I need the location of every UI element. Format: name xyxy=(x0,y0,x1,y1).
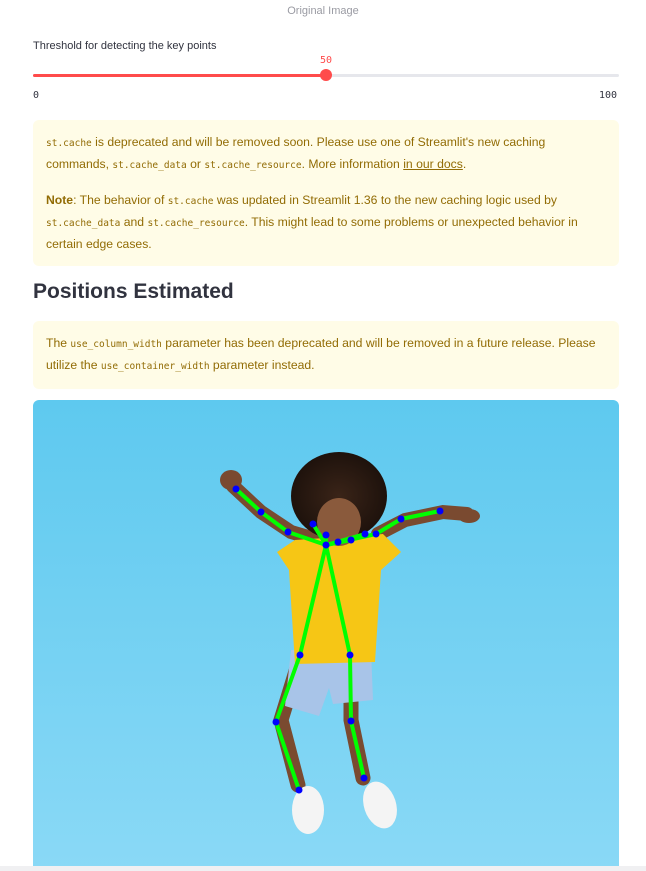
keypoint-face3 xyxy=(347,536,355,544)
alert-text: was updated in Streamlit 1.36 to the new… xyxy=(213,193,557,207)
keypoint-lelbow xyxy=(257,508,265,516)
keypoint-rknee xyxy=(347,717,355,725)
keypoint-rwrist xyxy=(436,507,444,515)
alert-text: and xyxy=(120,215,148,229)
inline-code: st.cache xyxy=(167,196,214,207)
alert-text: or xyxy=(186,157,205,171)
threshold-slider[interactable]: 50 xyxy=(33,55,619,81)
alert-paragraph: st.cache is deprecated and will be remov… xyxy=(46,132,606,176)
slider-fill xyxy=(33,74,326,77)
keypoint-neck xyxy=(322,541,330,549)
alert-text: The xyxy=(46,336,71,350)
alert-text: parameter instead. xyxy=(209,358,315,372)
pose-estimation-image xyxy=(33,400,619,871)
alert-paragraph: Note: The behavior of st.cache was updat… xyxy=(46,190,606,254)
alert-text: : The behavior of xyxy=(73,193,168,207)
keypoint-rhip xyxy=(346,651,354,659)
keypoint-chin xyxy=(334,538,342,546)
keypoint-lwrist xyxy=(232,485,240,493)
cache-deprecation-alert: st.cache is deprecated and will be remov… xyxy=(33,120,619,266)
inline-code: st.cache_resource xyxy=(147,218,245,229)
alert-paragraph: The use_column_width parameter has been … xyxy=(46,333,606,377)
keypoint-rankle xyxy=(360,774,368,782)
keypoint-relbow xyxy=(397,515,405,523)
keypoint-face4 xyxy=(361,530,369,538)
note-label: Note xyxy=(46,193,74,207)
inline-code: st.cache_data xyxy=(112,160,187,171)
inline-code: use_column_width xyxy=(70,339,162,350)
column-width-deprecation-alert: The use_column_width parameter has been … xyxy=(33,321,619,389)
keypoint-face2 xyxy=(322,531,330,539)
inline-code: st.cache xyxy=(46,138,92,149)
image-caption: Original Image xyxy=(287,5,359,17)
inline-code: use_container_width xyxy=(100,361,210,372)
section-heading: Positions Estimated xyxy=(33,280,234,303)
keypoint-rshoulder xyxy=(372,530,380,538)
bottom-scroll-edge xyxy=(0,866,646,871)
keypoint-lshoulder xyxy=(284,528,292,536)
slider-current-value: 50 xyxy=(319,55,333,66)
inline-code: st.cache_data xyxy=(46,218,121,229)
slider-min-label: 0 xyxy=(33,90,40,101)
inline-code: st.cache_resource xyxy=(204,160,302,171)
pose-image-canvas xyxy=(33,400,619,871)
slider-max-label: 100 xyxy=(599,90,618,101)
keypoint-lankle xyxy=(295,786,303,794)
alert-text: . More information xyxy=(301,157,404,171)
keypoint-lhip xyxy=(296,651,304,659)
threshold-slider-label: Threshold for detecting the key points xyxy=(33,40,217,52)
slider-thumb[interactable] xyxy=(320,69,332,81)
alert-text: . xyxy=(462,157,467,171)
skeleton-limb xyxy=(348,653,353,723)
docs-link[interactable]: in our docs xyxy=(403,157,463,171)
keypoint-lknee xyxy=(272,718,280,726)
keypoint-face1 xyxy=(309,520,317,528)
